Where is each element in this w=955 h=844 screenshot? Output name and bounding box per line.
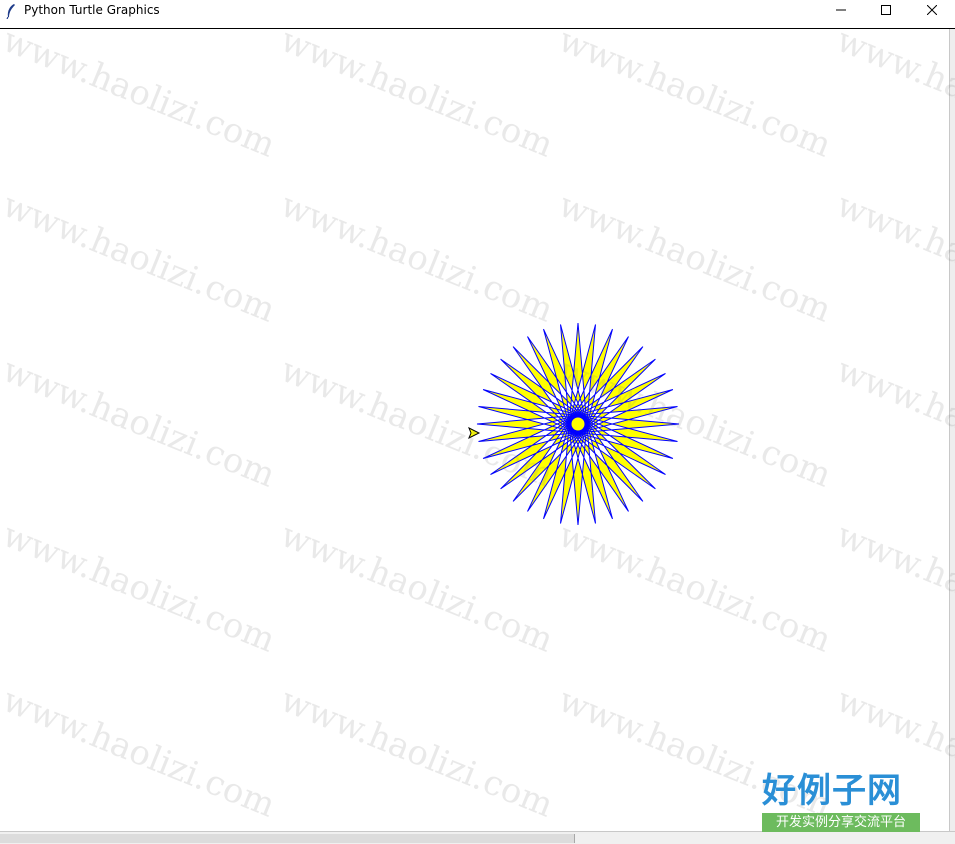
turtle-drawing — [468, 322, 680, 526]
turtle-window: Python Turtle Graphics www.haolizi.comww… — [0, 0, 955, 844]
feather-icon — [4, 3, 18, 20]
maximize-button[interactable] — [863, 0, 909, 20]
close-button[interactable] — [909, 0, 955, 20]
minimize-icon — [836, 5, 846, 15]
watermark-logo: 好例子网 开发实例分享交流平台 — [762, 771, 920, 833]
close-icon — [927, 5, 937, 15]
turtle-canvas[interactable] — [0, 29, 949, 831]
minimize-button[interactable] — [818, 0, 864, 20]
canvas-right-edge — [949, 29, 955, 843]
logo-main-text: 好例子网 — [762, 771, 902, 811]
scrollbar-thumb[interactable] — [0, 834, 575, 843]
turtle-cursor-icon — [468, 426, 481, 440]
star-center-dot — [568, 414, 588, 434]
window-title: Python Turtle Graphics — [24, 3, 160, 17]
logo-sub-text: 开发实例分享交流平台 — [762, 813, 920, 832]
maximize-icon — [881, 5, 891, 15]
title-bar[interactable]: Python Turtle Graphics — [0, 0, 955, 29]
